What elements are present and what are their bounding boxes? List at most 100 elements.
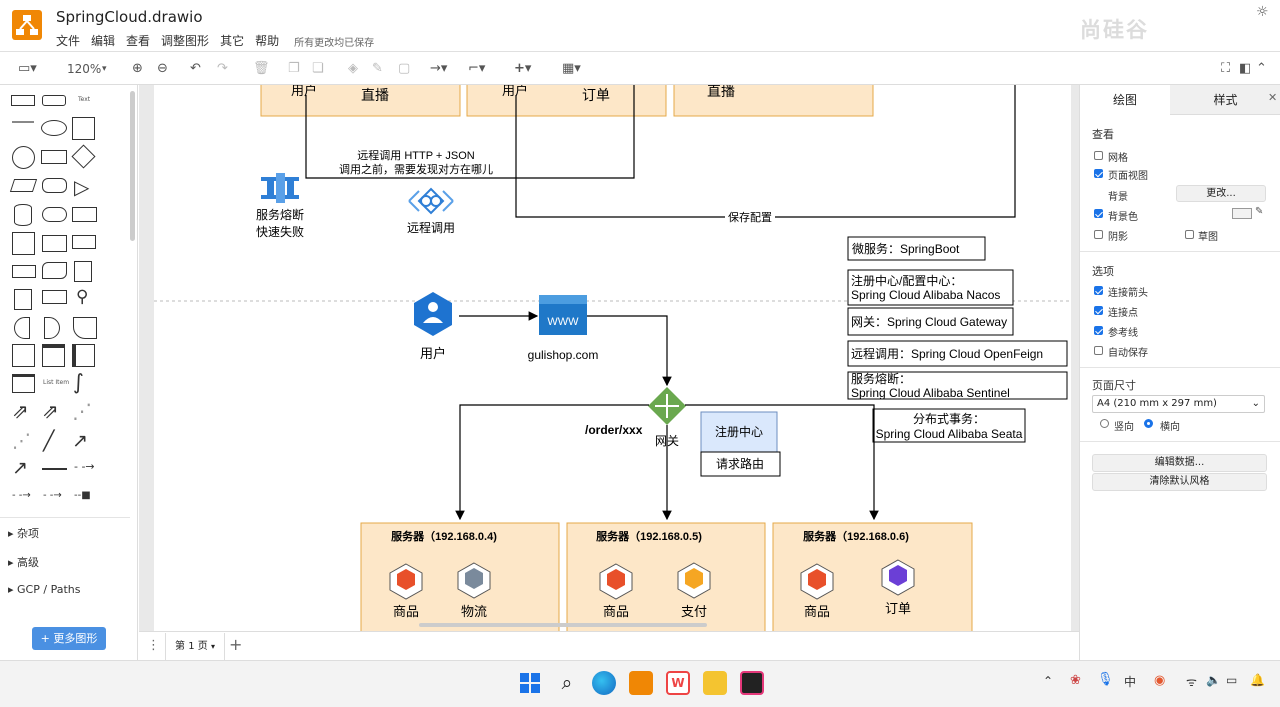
- microphone-icon[interactable]: 🎙: [1097, 672, 1114, 687]
- swimlane-shape[interactable]: [42, 344, 65, 367]
- arrow-shape[interactable]: ⇗: [42, 399, 59, 423]
- connection-arrows-checkbox[interactable]: [1094, 286, 1103, 295]
- diagram-svg[interactable]: 用户 直播 用户 订单 直播 远程调用 HTTP + JSON 调用之前，需要发…: [139, 85, 1079, 631]
- shadow-icon[interactable]: ▢: [398, 60, 410, 78]
- connector-shape[interactable]: ↗: [12, 457, 28, 479]
- menu-file[interactable]: 文件: [56, 32, 80, 49]
- process-shape[interactable]: [41, 150, 67, 164]
- menu-arrange[interactable]: 调整图形: [161, 32, 209, 49]
- notification-bell-icon[interactable]: 🔔: [1250, 673, 1265, 687]
- volume-icon[interactable]: 🔈: [1206, 673, 1221, 687]
- zoom-out-icon[interactable]: ⊖: [157, 60, 168, 78]
- pages-menu-icon[interactable]: ⋮: [147, 638, 160, 653]
- actor-shape[interactable]: ⚲: [76, 287, 88, 307]
- dotted-line-shape[interactable]: ⋰: [12, 430, 31, 452]
- edit-data-button[interactable]: 编辑数据...: [1092, 454, 1267, 472]
- wps-icon[interactable]: W: [666, 671, 690, 695]
- server-1[interactable]: 服务器（192.168.0.4) 商品 物流: [360, 522, 560, 631]
- wifi-icon[interactable]: ᯤ: [1186, 673, 1197, 690]
- page-tab[interactable]: 第 1 页 ▾: [165, 633, 225, 660]
- sketch-checkbox[interactable]: [1185, 230, 1194, 239]
- triangle-shape[interactable]: ▷: [74, 175, 89, 199]
- rectangle-shape[interactable]: [11, 95, 35, 106]
- document-shape[interactable]: [72, 207, 97, 222]
- connection-points-checkbox[interactable]: [1094, 306, 1103, 315]
- format-panel-icon[interactable]: ▭▾: [18, 60, 37, 78]
- fill-color-icon[interactable]: ◈: [348, 60, 358, 78]
- guides-checkbox[interactable]: [1094, 326, 1103, 335]
- trapezoid-shape[interactable]: [12, 265, 36, 278]
- or-shape[interactable]: [14, 317, 30, 339]
- document-title[interactable]: SpringCloud.drawio: [56, 8, 203, 26]
- background-color-swatch[interactable]: [1232, 208, 1252, 219]
- autosave-checkbox[interactable]: [1094, 346, 1103, 355]
- theme-icon[interactable]: ☼: [1256, 4, 1269, 20]
- to-back-icon[interactable]: ❏: [312, 60, 324, 78]
- web-to-gateway-arrow[interactable]: [587, 315, 672, 387]
- ellipse-shape[interactable]: [41, 120, 67, 136]
- shapes-scrollbar[interactable]: [130, 91, 135, 241]
- toggle-panel-icon[interactable]: ◧: [1239, 60, 1251, 78]
- circle-shape[interactable]: [12, 146, 35, 169]
- container-shape[interactable]: [12, 344, 35, 367]
- zoom-in-icon[interactable]: ⊕: [132, 60, 143, 78]
- horizontal-line-shape[interactable]: [42, 468, 67, 470]
- cloud-shape[interactable]: [42, 207, 67, 222]
- search-icon[interactable]: ⌕: [555, 671, 579, 695]
- cube-shape[interactable]: [42, 235, 67, 252]
- windows-start-icon[interactable]: [518, 671, 542, 695]
- cylinder-shape[interactable]: [14, 204, 32, 226]
- background-color-checkbox[interactable]: [1094, 209, 1103, 218]
- wps-tray-icon[interactable]: ◉: [1154, 673, 1165, 688]
- to-front-icon[interactable]: ❐: [288, 60, 300, 78]
- server-2[interactable]: 服务器（192.168.0.5) 商品 支付: [566, 522, 766, 631]
- shadow-checkbox[interactable]: [1094, 230, 1103, 239]
- menu-help[interactable]: 帮助: [255, 32, 279, 49]
- tab-diagram[interactable]: 绘图: [1080, 85, 1170, 115]
- step-shape[interactable]: [72, 235, 96, 249]
- top-box-2[interactable]: [466, 85, 667, 117]
- delete-icon[interactable]: 🗑: [253, 60, 270, 78]
- grid-checkbox[interactable]: [1094, 151, 1103, 160]
- data-storage-shape[interactable]: [73, 317, 97, 339]
- callout-shape[interactable]: [42, 290, 67, 304]
- zoom-dropdown-icon[interactable]: ▾: [102, 60, 107, 78]
- square-shape[interactable]: [72, 117, 95, 140]
- edit-color-icon[interactable]: ✎: [1255, 206, 1263, 217]
- link-arrow-shape[interactable]: - -→: [43, 490, 62, 501]
- diagram-canvas[interactable]: 用户 直播 用户 订单 直播 远程调用 HTTP + JSON 调用之前，需要发…: [139, 85, 1079, 631]
- menu-view[interactable]: 查看: [126, 32, 150, 49]
- diamond-shape[interactable]: [71, 144, 96, 169]
- note-shape[interactable]: [74, 261, 92, 282]
- file-explorer-icon[interactable]: [703, 671, 727, 695]
- tab-style[interactable]: 样式: [1170, 85, 1280, 115]
- curve-shape[interactable]: ∫: [73, 370, 84, 394]
- line-shape[interactable]: ╱: [43, 430, 54, 452]
- gateway-icon[interactable]: [648, 387, 686, 425]
- portrait-radio[interactable]: [1100, 419, 1109, 428]
- redo-icon[interactable]: ↷: [217, 60, 228, 78]
- table-icon[interactable]: ▦▾: [562, 60, 581, 78]
- input-method-icon[interactable]: 中: [1124, 673, 1136, 690]
- menu-edit[interactable]: 编辑: [91, 32, 115, 49]
- server-3[interactable]: 服务器（192.168.0.6) 商品 订单: [772, 522, 973, 631]
- section-advanced[interactable]: ▸ 高级: [8, 554, 39, 570]
- rounded-rectangle-shape[interactable]: [42, 95, 66, 106]
- textbox-shape[interactable]: [12, 121, 34, 133]
- tray-app-icon[interactable]: ❀: [1070, 673, 1081, 688]
- circuit-breaker-icon[interactable]: [261, 173, 299, 203]
- menu-extras[interactable]: 其它: [220, 32, 244, 49]
- line-color-icon[interactable]: ✎: [372, 60, 383, 78]
- canvas-scrollbar[interactable]: [419, 623, 707, 627]
- intellij-icon[interactable]: [740, 671, 764, 695]
- list-shape[interactable]: [12, 374, 35, 393]
- zoom-level[interactable]: 120%: [67, 60, 101, 78]
- landscape-radio[interactable]: [1144, 419, 1153, 428]
- change-background-button[interactable]: 更改...: [1176, 185, 1266, 202]
- drawio-taskbar-icon[interactable]: [629, 671, 653, 695]
- card-shape[interactable]: [14, 289, 32, 310]
- dashed-arrow-shape[interactable]: - -→: [74, 460, 95, 473]
- add-page-icon[interactable]: +: [229, 635, 242, 654]
- page-size-select[interactable]: A4 (210 mm x 297 mm) ⌄: [1092, 395, 1265, 413]
- battery-icon[interactable]: ▭: [1226, 673, 1237, 687]
